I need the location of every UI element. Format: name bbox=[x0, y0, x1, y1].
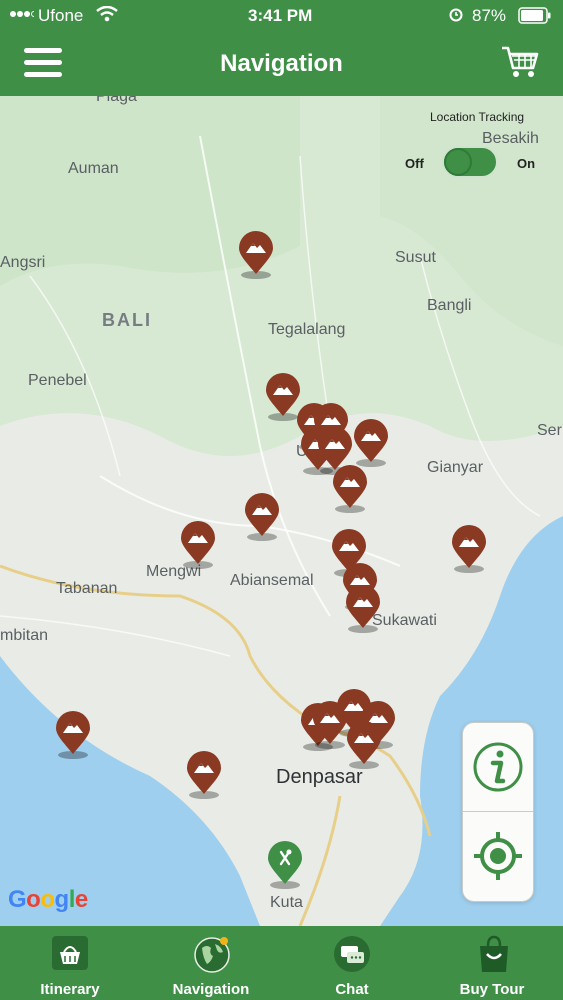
tab-label: Chat bbox=[335, 981, 369, 998]
map-region-label: BALI bbox=[102, 310, 152, 330]
info-button[interactable] bbox=[463, 723, 533, 811]
mountain-pin-icon[interactable] bbox=[186, 750, 222, 800]
tab-label: Itinerary bbox=[40, 981, 100, 998]
location-tracking-switch[interactable] bbox=[442, 146, 498, 178]
map-label: Gianyar bbox=[427, 459, 484, 476]
location-tracking-control: Location Tracking Off On bbox=[405, 108, 550, 188]
alarm-icon bbox=[448, 6, 464, 27]
map-label: Ser bbox=[537, 422, 562, 439]
map-label: Abiansemal bbox=[230, 572, 314, 589]
clock: 3:41 PM bbox=[248, 6, 313, 25]
cart-icon[interactable] bbox=[500, 44, 540, 80]
map-label: Tegalalang bbox=[268, 321, 346, 338]
battery-percent: 87% bbox=[472, 6, 507, 25]
map-label: Tabanan bbox=[56, 580, 118, 597]
toggle-on-label: On bbox=[517, 156, 536, 171]
page-title: Navigation bbox=[220, 50, 343, 77]
carrier-name: Ufone bbox=[38, 6, 84, 25]
map-label: Penebel bbox=[28, 372, 87, 389]
map-label: Kuta bbox=[270, 894, 303, 911]
map-controls bbox=[462, 722, 534, 902]
mountain-pin-icon[interactable] bbox=[345, 584, 381, 634]
status-bar: Ufone 3:41 PM 87% bbox=[0, 0, 563, 32]
toggle-off-label: Off bbox=[405, 156, 424, 171]
bottom-tab-bar: Itinerary Navigation Chat Buy Tour bbox=[0, 926, 563, 1000]
wifi-icon bbox=[96, 5, 118, 27]
signal-icon bbox=[10, 6, 37, 26]
mountain-pin-icon[interactable] bbox=[332, 464, 368, 514]
crosshair-icon bbox=[474, 832, 522, 880]
map-label: Angsri bbox=[0, 254, 46, 271]
map-label: Auman bbox=[68, 160, 119, 177]
map-label: Susut bbox=[395, 249, 436, 266]
google-logo: Google bbox=[8, 886, 88, 913]
mountain-pin-icon[interactable] bbox=[353, 418, 389, 468]
tab-label: Navigation bbox=[172, 981, 250, 998]
battery-icon bbox=[518, 7, 552, 29]
mountain-pin-icon[interactable] bbox=[238, 230, 274, 280]
map-label: Sukawati bbox=[372, 612, 437, 629]
shopping-bag-icon bbox=[480, 935, 508, 972]
info-icon bbox=[473, 742, 523, 792]
restaurant-pin-icon[interactable] bbox=[267, 840, 303, 890]
location-tracking-label: Location Tracking bbox=[430, 110, 525, 124]
tab-label: Buy Tour bbox=[459, 981, 525, 998]
locate-me-button[interactable] bbox=[463, 812, 533, 900]
tab-itinerary[interactable]: Itinerary bbox=[0, 926, 140, 1000]
map-label: Bangli bbox=[427, 297, 472, 314]
mountain-pin-icon[interactable] bbox=[55, 710, 91, 760]
mountain-pin-icon[interactable] bbox=[451, 524, 487, 574]
mountain-pin-icon[interactable] bbox=[346, 720, 382, 770]
globe-icon bbox=[194, 937, 230, 973]
mountain-pin-icon[interactable] bbox=[244, 492, 280, 542]
switch-knob bbox=[446, 150, 470, 174]
mountain-pin-icon[interactable] bbox=[180, 520, 216, 570]
tab-buy-tour[interactable]: Buy Tour bbox=[422, 926, 562, 1000]
navigation-header: Navigation bbox=[0, 32, 563, 96]
basket-icon bbox=[52, 936, 88, 970]
tab-chat[interactable]: Chat bbox=[282, 926, 422, 1000]
map-label: mbitan bbox=[0, 627, 49, 644]
chat-icon bbox=[334, 936, 370, 972]
map-label: Plaga bbox=[96, 96, 137, 105]
tab-navigation[interactable]: Navigation bbox=[141, 926, 281, 1000]
